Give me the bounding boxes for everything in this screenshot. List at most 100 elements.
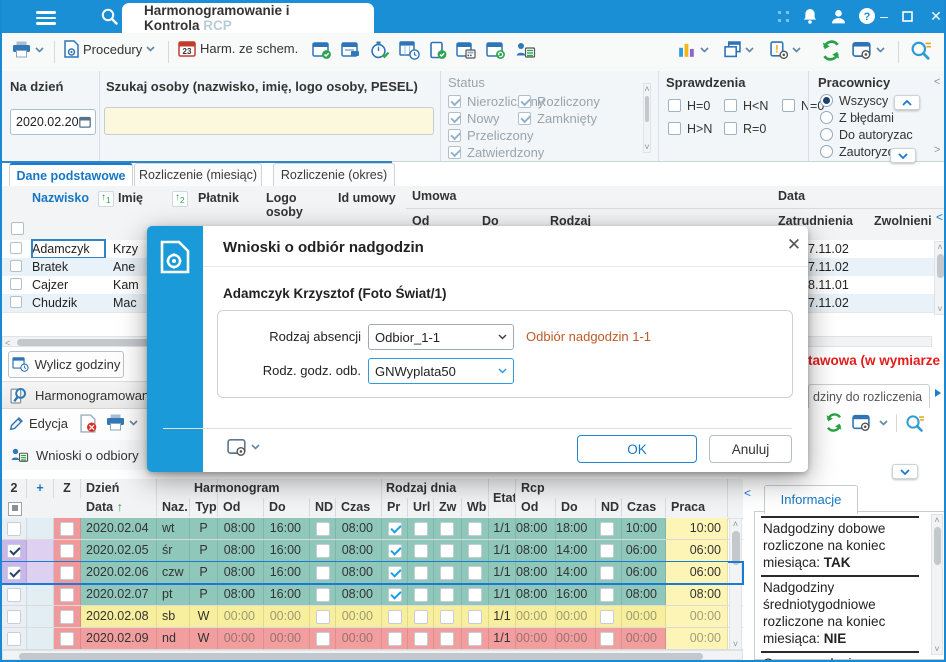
checkbox[interactable] xyxy=(518,95,531,108)
col-header-imie[interactable]: Imię xyxy=(118,191,143,205)
grid-subheader-typ[interactable]: Typ xyxy=(190,498,218,517)
print-schedule-button[interactable] xyxy=(106,414,138,431)
wb-checkbox[interactable] xyxy=(468,609,482,624)
search-advanced-icon[interactable] xyxy=(905,414,925,432)
grid-vscrollbar[interactable]: ˄ ˅ xyxy=(729,518,742,650)
grid-subheader-rnd[interactable]: ND xyxy=(596,498,622,517)
row-checkbox[interactable] xyxy=(10,278,22,290)
nd-checkbox[interactable] xyxy=(316,609,330,624)
rcp-nd-checkbox[interactable] xyxy=(600,521,614,536)
sort-badge-1[interactable]: ↑1 xyxy=(98,191,114,207)
row-checkbox[interactable] xyxy=(10,242,22,254)
col-header-id-umowy[interactable]: Id umowy xyxy=(338,191,396,205)
rcp-nd-checkbox[interactable] xyxy=(600,631,614,646)
date-input[interactable]: 2020.02.20 xyxy=(10,109,96,135)
row-select-checkbox[interactable] xyxy=(7,565,21,580)
url-checkbox[interactable] xyxy=(414,543,428,558)
col-header-zwolnienia[interactable]: Zwolnieni xyxy=(874,214,932,228)
tab-dane-podstawowe[interactable]: Dane podstawowe xyxy=(9,163,133,186)
row-plus-cell[interactable] xyxy=(27,606,54,627)
hamburger-menu-icon[interactable] xyxy=(36,8,56,28)
url-checkbox[interactable] xyxy=(414,521,428,536)
dialog-settings-button[interactable] xyxy=(227,438,260,456)
row-plus-cell[interactable] xyxy=(27,540,54,561)
employee-nazwisko[interactable]: Bratek xyxy=(32,258,105,276)
search-person-input[interactable] xyxy=(104,107,434,135)
grid-subheader-wb[interactable]: Wb xyxy=(462,498,489,517)
url-checkbox[interactable] xyxy=(414,609,428,624)
harm-ze-schem-button[interactable]: 23 Harm. ze schem. xyxy=(178,40,298,57)
zw-checkbox[interactable] xyxy=(440,543,454,558)
delete-doc-button[interactable]: ✕ xyxy=(80,414,97,433)
grid-row[interactable]: 2020.02.06 czw P 08:00 16:00 08:00 1/1 08:00 14:… xyxy=(2,561,744,585)
row-z-checkbox[interactable] xyxy=(60,543,74,558)
wb-checkbox[interactable] xyxy=(468,587,482,602)
grid-subheader-data[interactable]: Data ↑ xyxy=(81,498,157,517)
info-vscrollbar[interactable]: ˄ ˅ xyxy=(931,514,943,655)
sprawdzenia-option[interactable]: H>N xyxy=(668,120,712,137)
status-option[interactable]: Przeliczony xyxy=(448,127,544,144)
checkbox[interactable] xyxy=(448,146,461,159)
wb-checkbox[interactable] xyxy=(468,565,482,580)
calendar-edit-icon[interactable] xyxy=(341,41,361,60)
refresh-button[interactable] xyxy=(820,40,842,61)
rodz-godz-odb-select[interactable]: GNWyplata50 xyxy=(368,358,514,384)
wb-checkbox[interactable] xyxy=(468,631,482,646)
checkbox[interactable] xyxy=(448,129,461,142)
collapse-left-icon[interactable]: < xyxy=(934,77,940,88)
row-plus-cell[interactable] xyxy=(27,584,54,605)
grid-subheader-od[interactable]: Od xyxy=(218,498,264,517)
nd-checkbox[interactable] xyxy=(316,587,330,602)
employee-vscrollbar[interactable]: ˄ ˅ xyxy=(934,241,944,315)
zw-checkbox[interactable] xyxy=(440,631,454,646)
row-checkbox[interactable] xyxy=(10,260,22,272)
collapse-filter-button[interactable] xyxy=(894,95,920,110)
grid-subheader-zw[interactable]: Zw xyxy=(434,498,462,517)
sprawdzenia-option[interactable]: H=0 xyxy=(668,97,710,114)
apps-grid-icon[interactable] xyxy=(778,11,790,23)
zw-checkbox[interactable] xyxy=(440,565,454,580)
nd-checkbox[interactable] xyxy=(316,631,330,646)
pr-checkbox[interactable] xyxy=(388,587,402,602)
rcp-nd-checkbox[interactable] xyxy=(600,543,614,558)
tab-rozliczenie-miesi-c-[interactable]: Rozliczenie (miesiąc) xyxy=(134,163,262,186)
grid-subheader-rod[interactable]: Od xyxy=(516,498,556,517)
grid-row[interactable]: 2020.02.04 wt P 08:00 16:00 08:00 1/1 08:00 18:0… xyxy=(2,518,743,540)
zw-checkbox[interactable] xyxy=(440,609,454,624)
checkbox[interactable] xyxy=(724,99,737,112)
checkbox[interactable] xyxy=(668,122,681,135)
wylicz-godziny-button[interactable]: Wylicz godziny xyxy=(8,351,124,378)
row-select-checkbox[interactable] xyxy=(7,543,21,558)
minimize-button[interactable]: – xyxy=(876,8,892,24)
panel-settings-icon[interactable] xyxy=(852,414,871,431)
panel-settings-button[interactable] xyxy=(852,41,885,59)
notifications-bell-icon[interactable] xyxy=(802,8,818,25)
pr-checkbox[interactable] xyxy=(388,521,402,536)
procedures-button[interactable]: Procedury xyxy=(64,40,155,58)
grid-row[interactable]: 2020.02.09 nd W 00:00 00:00 00:00 1/1 00:00 00:0… xyxy=(2,628,743,650)
radio-button[interactable] xyxy=(820,145,833,158)
pr-checkbox[interactable] xyxy=(388,565,402,580)
row-z-checkbox[interactable] xyxy=(60,521,74,536)
stopwatch-check-icon[interactable] xyxy=(370,41,390,60)
tab-nadgodziny-do-rozliczenia[interactable]: dziny do rozliczenia xyxy=(808,384,930,408)
row-select-checkbox[interactable] xyxy=(7,631,21,646)
calendar-refresh-icon[interactable] xyxy=(486,41,506,60)
grid-hscrollbar[interactable] xyxy=(2,650,743,660)
rcp-nd-checkbox[interactable] xyxy=(600,565,614,580)
sprawdzenia-option[interactable]: N=0 xyxy=(782,97,824,114)
row-checkbox[interactable] xyxy=(10,296,22,308)
tab-rozliczenie-okres-[interactable]: Rozliczenie (okres) xyxy=(273,163,395,186)
row-z-checkbox[interactable] xyxy=(60,587,74,602)
radio-button[interactable] xyxy=(820,111,833,124)
calendar-icon[interactable] xyxy=(78,116,91,128)
zw-checkbox[interactable] xyxy=(440,587,454,602)
grid-row[interactable]: 2020.02.08 sb W 00:00 00:00 00:00 1/1 00:00 00:0… xyxy=(2,606,743,628)
ok-button[interactable]: OK xyxy=(577,435,697,463)
grid-header-sel[interactable]: 2 xyxy=(2,479,27,498)
employee-nazwisko[interactable]: Cajzer xyxy=(32,276,105,294)
grid-header-plus[interactable]: + xyxy=(27,479,54,498)
status-scrollbar[interactable]: ˄ ˅ xyxy=(643,83,651,153)
grid-subheader-url[interactable]: Url xyxy=(408,498,434,517)
row-plus-cell[interactable] xyxy=(27,518,54,539)
